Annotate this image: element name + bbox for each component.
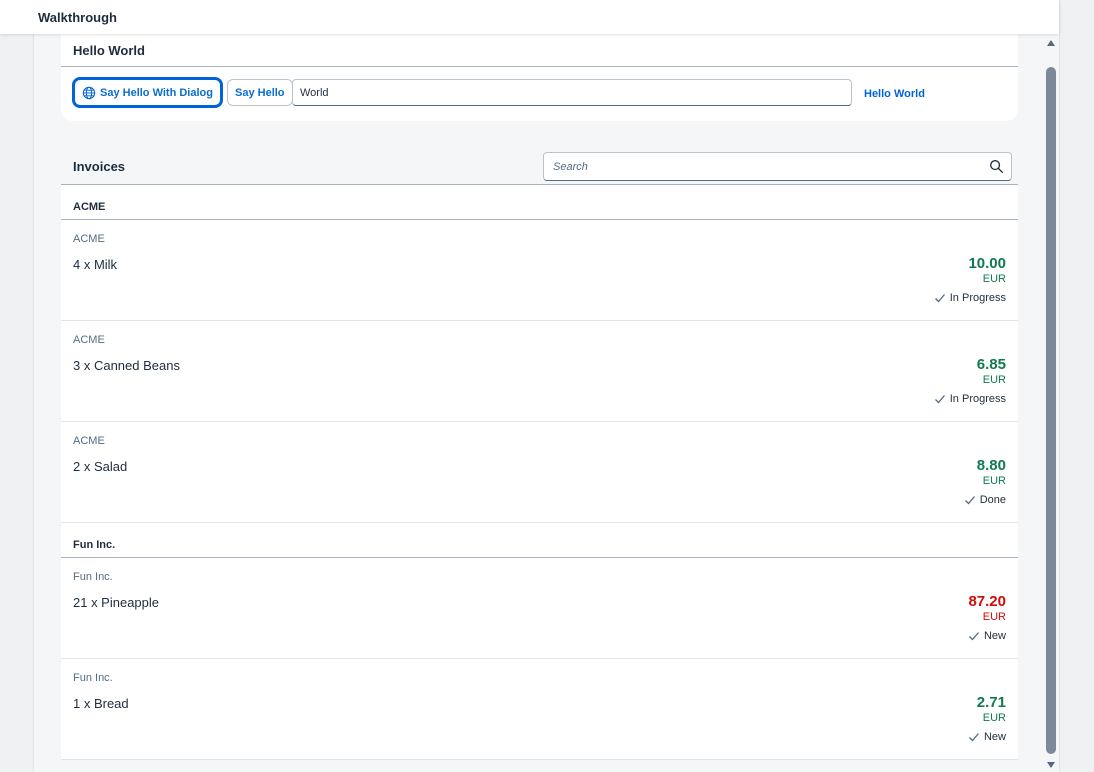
invoice-status: In Progress: [934, 292, 1006, 304]
checkmark-icon: [934, 294, 945, 303]
invoices-panel: Invoices Search ACME ACME 4 x Milk 10.00…: [61, 144, 1018, 760]
invoice-list-item[interactable]: Fun Inc. 1 x Bread 2.71 EUR New: [61, 659, 1018, 760]
search-field[interactable]: Search: [543, 152, 1012, 181]
invoice-status: In Progress: [934, 393, 1006, 405]
invoice-status: New: [968, 731, 1006, 743]
invoice-vendor: ACME: [73, 233, 105, 245]
search-placeholder: Search: [553, 161, 588, 173]
invoice-currency: EUR: [982, 273, 1006, 285]
invoice-status-text: New: [983, 731, 1006, 743]
invoices-title: Invoices: [73, 159, 126, 174]
invoice-status-text: Done: [979, 494, 1006, 506]
checkmark-icon: [934, 395, 945, 404]
invoice-amount: 10.00: [968, 255, 1006, 272]
hello-panel-title: Hello World: [73, 42, 145, 58]
group-header-fun-inc: Fun Inc.: [61, 523, 1018, 558]
invoices-header: Invoices Search: [61, 144, 1018, 185]
app-title: Walkthrough: [38, 10, 117, 25]
checkmark-icon: [964, 496, 975, 505]
invoice-vendor: Fun Inc.: [73, 672, 113, 684]
invoice-list-item[interactable]: ACME 2 x Salad 8.80 EUR Done: [61, 422, 1018, 523]
search-icon[interactable]: [989, 159, 1004, 174]
invoice-currency: EUR: [982, 712, 1006, 724]
name-input[interactable]: World: [292, 79, 852, 106]
invoice-status-text: New: [983, 630, 1006, 642]
invoice-list-item[interactable]: Fun Inc. 21 x Pineapple 87.20 EUR New: [61, 558, 1018, 659]
invoice-amount: 8.80: [976, 457, 1006, 474]
invoice-currency: EUR: [982, 374, 1006, 386]
invoice-status-text: In Progress: [949, 393, 1006, 405]
invoice-status: New: [968, 630, 1006, 642]
page-content: Hello World Say Hello With Dialog Say He…: [61, 34, 1018, 772]
invoice-description: 3 x Canned Beans: [73, 358, 180, 373]
say-hello-button[interactable]: Say Hello: [227, 79, 293, 106]
invoice-list-item[interactable]: ACME 4 x Milk 10.00 EUR In Progress: [61, 220, 1018, 321]
invoice-status-text: In Progress: [949, 292, 1006, 304]
say-hello-label: Say Hello: [235, 86, 285, 99]
invoice-description: 2 x Salad: [73, 459, 128, 474]
scroll-down-arrow-icon[interactable]: [1047, 762, 1055, 768]
scroll-up-arrow-icon[interactable]: [1047, 40, 1055, 46]
invoice-vendor: Fun Inc.: [73, 571, 113, 583]
scrollbar-thumb[interactable]: [1046, 67, 1056, 754]
invoice-status: Done: [964, 494, 1006, 506]
checkmark-icon: [969, 733, 979, 742]
group-title: Fun Inc.: [73, 539, 116, 551]
invoice-description: 1 x Bread: [73, 696, 129, 711]
group-title: ACME: [73, 201, 106, 213]
greeting-text: Hello World: [864, 88, 925, 100]
invoice-amount: 6.85: [976, 356, 1006, 373]
invoice-description: 21 x Pineapple: [73, 595, 160, 610]
invoice-currency: EUR: [982, 475, 1006, 487]
invoice-description: 4 x Milk: [73, 257, 118, 272]
title-bar: Walkthrough: [0, 0, 1059, 34]
say-hello-with-dialog-label: Say Hello With Dialog: [100, 86, 213, 99]
globe-icon: [82, 86, 96, 99]
say-hello-with-dialog-button[interactable]: Say Hello With Dialog: [74, 79, 221, 106]
invoice-amount: 87.20: [968, 593, 1006, 610]
vertical-scrollbar[interactable]: [1045, 38, 1057, 772]
name-input-value: World: [300, 86, 329, 99]
invoice-currency: EUR: [982, 611, 1006, 623]
invoice-vendor: ACME: [73, 334, 105, 346]
checkmark-icon: [969, 632, 979, 641]
group-header-acme: ACME: [61, 185, 1018, 220]
invoice-amount: 2.71: [976, 694, 1006, 711]
hello-panel-header: Hello World: [61, 34, 1018, 67]
invoice-vendor: ACME: [73, 435, 105, 447]
invoice-list-item[interactable]: ACME 3 x Canned Beans 6.85 EUR In Progre…: [61, 321, 1018, 422]
hello-world-panel: Hello World Say Hello With Dialog Say He…: [61, 34, 1018, 121]
